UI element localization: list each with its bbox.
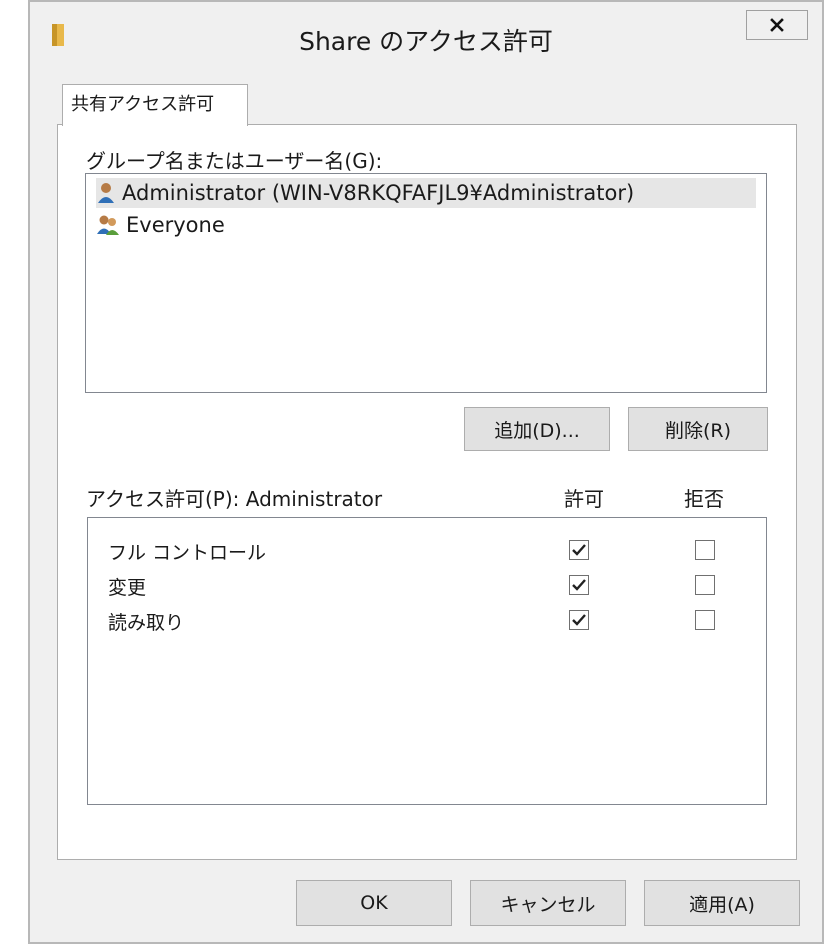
groups-label: グループ名またはユーザー名(G): [86, 149, 383, 173]
checkmark-icon [572, 614, 586, 626]
remove-button[interactable]: 削除(R) [628, 407, 768, 451]
permission-name: フル コントロール [108, 542, 267, 564]
permissions-list: フル コントロール 変更 読み取り [87, 517, 767, 805]
user-icon [98, 183, 114, 203]
list-item[interactable]: Everyone [96, 210, 225, 240]
list-item-label: Administrator (WIN-V8RKQFAFJL9¥Administr… [122, 181, 635, 205]
deny-checkbox[interactable] [695, 610, 715, 630]
permission-name: 読み取り [108, 612, 185, 634]
group-user-list[interactable]: Administrator (WIN-V8RKQFAFJL9¥Administr… [85, 173, 767, 393]
title-bar: Share のアクセス許可 [30, 2, 822, 70]
window-title: Share のアクセス許可 [299, 27, 553, 56]
deny-checkbox[interactable] [695, 575, 715, 595]
tab-share-permissions[interactable]: 共有アクセス許可 [62, 84, 248, 126]
permission-name: 変更 [108, 577, 147, 599]
list-item-label: Everyone [126, 213, 225, 237]
deny-column-header: 拒否 [684, 487, 724, 511]
close-icon [770, 18, 784, 32]
allow-checkbox[interactable] [569, 575, 589, 595]
checkmark-icon [572, 579, 586, 591]
add-button[interactable]: 追加(D)... [464, 407, 610, 451]
allow-checkbox[interactable] [569, 540, 589, 560]
tab-panel: グループ名またはユーザー名(G): Administrator (WIN-V8R… [57, 124, 797, 860]
allow-checkbox[interactable] [569, 610, 589, 630]
ok-button[interactable]: OK [296, 880, 452, 926]
permissions-label: アクセス許可(P): Administrator [86, 487, 383, 511]
permissions-dialog: Share のアクセス許可 共有アクセス許可 グループ名またはユーザー名(G):… [28, 0, 824, 944]
deny-checkbox[interactable] [695, 540, 715, 560]
close-button[interactable] [746, 10, 808, 40]
list-item[interactable]: Administrator (WIN-V8RKQFAFJL9¥Administr… [96, 178, 756, 208]
cancel-button[interactable]: キャンセル [470, 880, 626, 926]
checkmark-icon [572, 544, 586, 556]
users-group-icon [97, 215, 119, 235]
allow-column-header: 許可 [564, 487, 604, 511]
apply-button[interactable]: 適用(A) [644, 880, 800, 926]
